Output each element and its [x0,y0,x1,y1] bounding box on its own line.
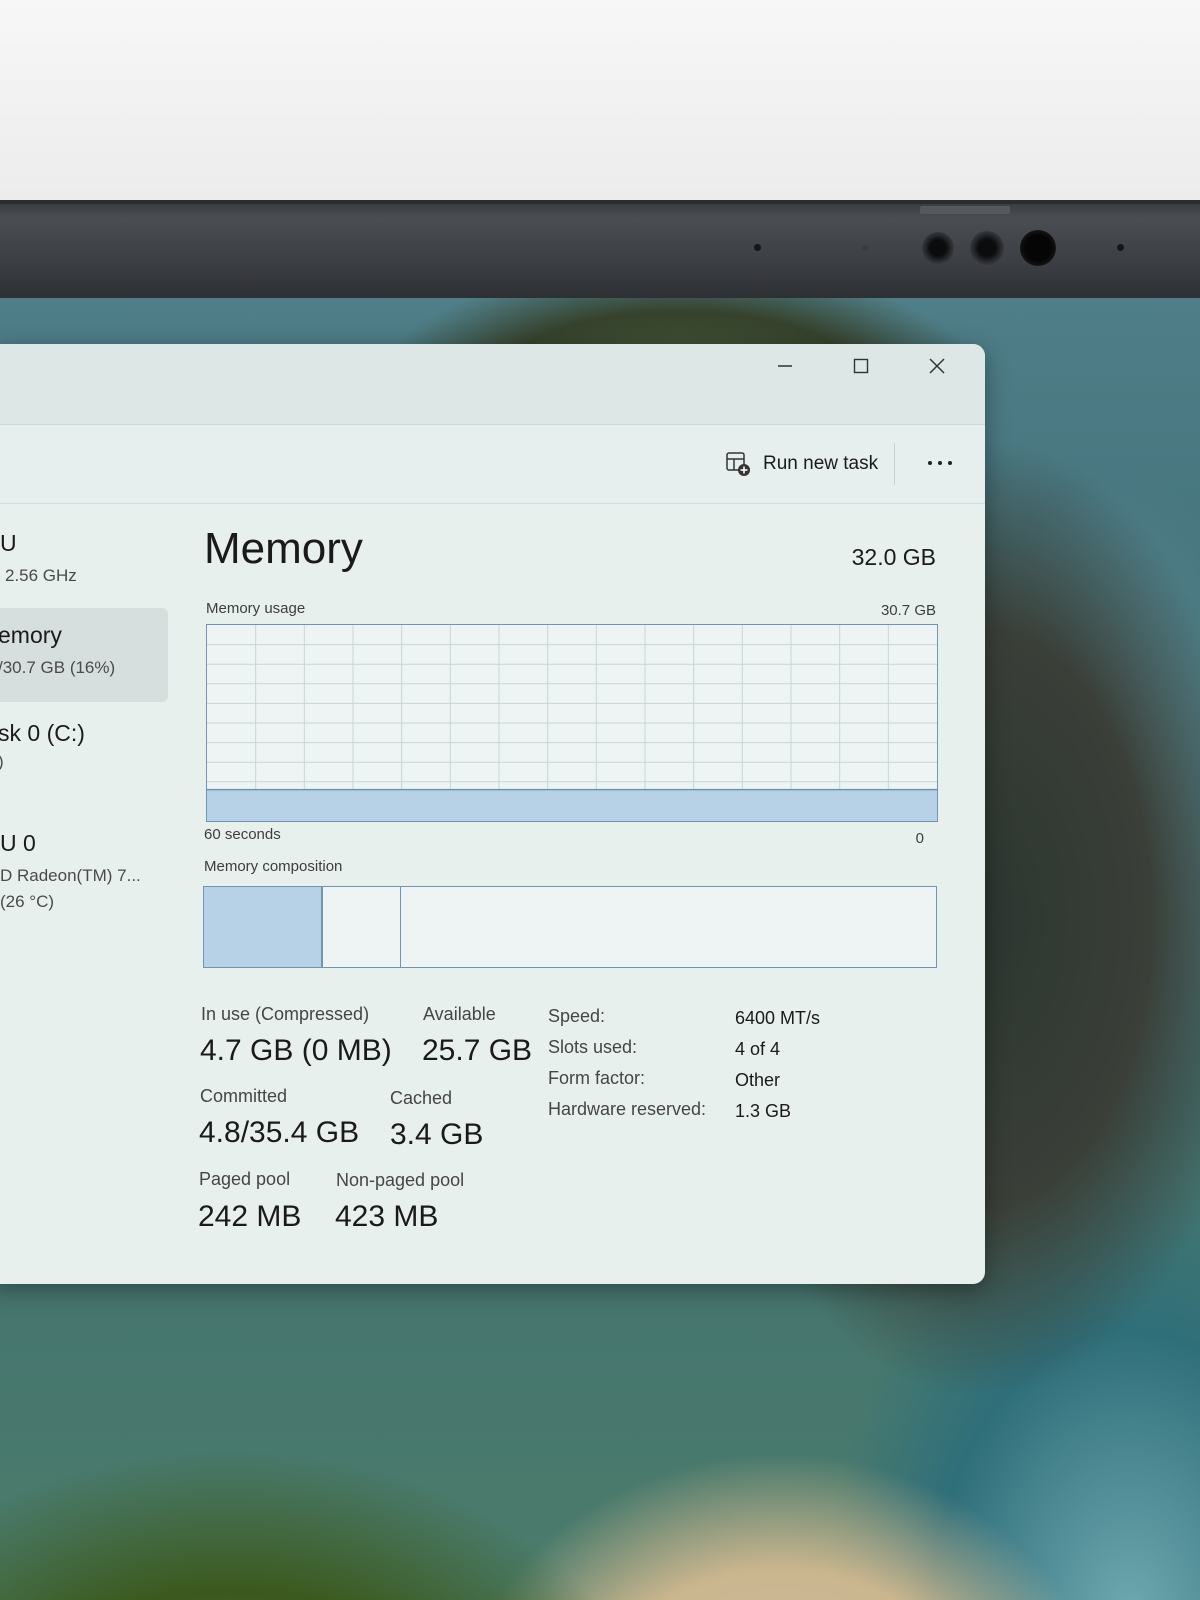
camera-lens-icon [922,232,954,264]
performance-sidebar: U 2.56 GHz emory /30.7 GB (16%) sk 0 (C:… [0,504,168,1284]
bezel-hinge [920,206,1010,214]
non-paged-pool-value: 423 MB [335,1200,439,1233]
memory-composition-bar [203,886,937,968]
committed-value: 4.8/35.4 GB [199,1116,360,1149]
in-use-label: In use (Compressed) [201,1004,370,1024]
spec-label-form-factor: Form factor: [548,1068,646,1088]
sensor-dot-icon [754,244,761,251]
run-new-task-button[interactable]: Run new task [725,447,878,481]
sidebar-item-disk[interactable]: sk 0 (C:) ) [0,710,168,788]
sidebar-item-subtitle: D Radeon(TM) 7... [0,866,141,885]
sensor-dot-icon [862,245,868,251]
more-dot-icon [948,461,952,465]
task-manager-window: Run new task U 2.56 GHz emory /30.7 GB (… [0,344,985,1284]
sidebar-item-title: emory [0,622,62,648]
maximize-button[interactable] [826,344,896,388]
sidebar-item-temperature: (26 °C) [0,892,55,911]
maximize-icon [853,358,869,374]
wall-background [0,0,1200,200]
memory-usage-fill [207,789,937,821]
cached-label: Cached [390,1088,453,1108]
graph-time-zero: 0 [915,830,924,847]
available-value: 25.7 GB [422,1034,533,1067]
page-title: Memory [204,524,363,573]
sidebar-item-title: sk 0 (C:) [0,720,85,746]
composition-in-use-segment [204,887,324,967]
more-dot-icon [928,461,932,465]
run-task-icon [726,452,750,476]
title-bar [0,344,985,425]
spec-value-form-factor: Other [735,1070,781,1090]
sidebar-item-subtitle: 2.56 GHz [5,566,77,585]
memory-usage-graph [206,624,938,822]
sidebar-item-cpu[interactable]: U 2.56 GHz [0,518,168,598]
run-new-task-label: Run new task [763,453,879,474]
spec-label-hardware-reserved: Hardware reserved: [548,1099,707,1119]
memory-usage-chart [207,625,937,821]
memory-usage-label: Memory usage [206,600,306,617]
spec-label-slots: Slots used: [548,1037,638,1057]
sidebar-item-subtitle: /30.7 GB (16%) [0,658,116,677]
paged-pool-label: Paged pool [199,1169,291,1189]
spec-label-speed: Speed: [548,1006,606,1026]
non-paged-pool-label: Non-paged pool [336,1170,465,1190]
graph-time-label: 60 seconds [204,826,281,843]
memory-pane: Memory 32.0 GB Memory usage 30.7 GB 60 s… [190,504,970,1284]
toolbar-separator [894,443,895,485]
camera-lens-icon [1020,230,1056,266]
available-label: Available [423,1004,496,1024]
minimize-button[interactable] [750,344,820,388]
spec-value-slots: 4 of 4 [735,1039,781,1059]
more-options-button[interactable] [915,445,965,481]
paged-pool-value: 242 MB [198,1200,302,1233]
sensor-dot-icon [1117,244,1124,251]
sidebar-item-title: U [0,530,17,556]
minimize-icon [778,365,792,367]
sidebar-item-subtitle: ) [0,752,4,772]
spec-value-speed: 6400 MT/s [735,1008,821,1028]
sidebar-item-title: U 0 [0,830,36,856]
more-dot-icon [938,461,942,465]
memory-total: 32.0 GB [851,544,936,570]
sidebar-item-memory[interactable]: emory /30.7 GB (16%) [0,608,168,702]
memory-composition-label: Memory composition [204,858,343,875]
cached-value: 3.4 GB [390,1118,484,1151]
memory-usage-max: 30.7 GB [880,602,936,619]
sidebar-item-gpu[interactable]: U 0 D Radeon(TM) 7... (26 °C) [0,820,168,920]
toolbar: Run new task [0,425,985,504]
in-use-value: 4.7 GB (0 MB) [200,1034,392,1067]
close-button[interactable] [902,344,972,388]
spec-value-hardware-reserved: 1.3 GB [735,1101,792,1121]
composition-modified-segment [323,887,401,967]
committed-label: Committed [200,1086,288,1106]
close-icon [929,358,945,374]
camera-lens-icon [970,231,1004,265]
